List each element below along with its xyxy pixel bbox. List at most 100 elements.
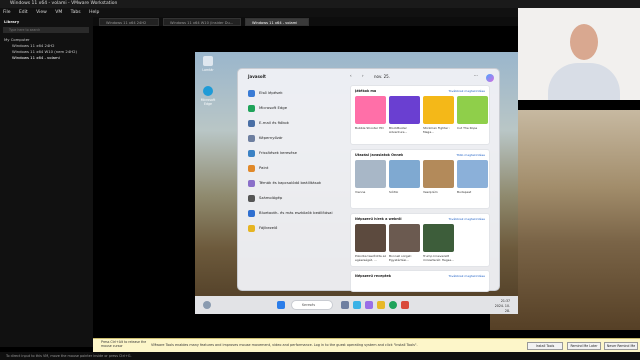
recycle-bin-icon: [203, 56, 213, 66]
card-caption: Trump kinevezett miniszterét: Hegse...: [423, 254, 455, 262]
vmware-tools-message: VMware Tools enables many features and i…: [151, 343, 418, 347]
see-more-link[interactable]: Továbbiak megtekintése: [448, 274, 485, 278]
card-thumbnail[interactable]: [389, 224, 420, 252]
library-search-input[interactable]: Type here to search: [3, 27, 89, 33]
widget-card-1[interactable]: Utazási javaslatok Önnek Több megtekintés…: [350, 149, 490, 209]
start-item-1[interactable]: Microsoft Edge: [248, 102, 344, 114]
start-item-9[interactable]: Fájlkezelő: [248, 222, 344, 234]
start-menu: Javasolt Első lépések Microsoft Edge E-mai…: [237, 68, 501, 292]
card-thumbnail[interactable]: [389, 160, 420, 188]
edge-shortcut[interactable]: Microsoft Edge: [199, 86, 217, 106]
store-icon[interactable]: [401, 301, 409, 309]
widget-card-3[interactable]: Népszerű receptek Továbbiak megtekintése: [350, 270, 490, 292]
start-item-label: Paint: [259, 165, 269, 170]
file-explorer-icon[interactable]: [377, 301, 385, 309]
tree-vm-24h2[interactable]: Windows 11 x64 24H2: [12, 43, 55, 48]
start-icon[interactable]: [277, 301, 285, 309]
library-title: Library: [4, 19, 20, 24]
start-item-8[interactable]: Bluetooth- és más eszközök beállításai: [248, 207, 344, 219]
widget-card-0[interactable]: Játékok ma Továbbiak megtekintése Bubble S…: [350, 85, 490, 145]
start-item-2[interactable]: E-mail és fiókok: [248, 117, 344, 129]
card-caption: Bubble Shooter HD: [355, 126, 384, 130]
tab-vm-24h2[interactable]: Windows 11 x64 24H2: [99, 18, 159, 26]
tab-vm-w10[interactable]: Windows 11 x64 W10 (Insider Du...: [163, 18, 241, 26]
person-shirt: [548, 63, 620, 100]
start-item-5[interactable]: Paint: [248, 162, 344, 174]
shortcut-label: Microsoft Edge: [200, 98, 216, 106]
install-tools-button[interactable]: Install Tools: [527, 342, 563, 350]
start-item-4[interactable]: Frissítések keresése: [248, 147, 344, 159]
card-thumbnail[interactable]: [423, 96, 454, 124]
card-thumbnail[interactable]: [423, 160, 454, 188]
clock-date: 2024. 10. 28.: [494, 304, 510, 313]
card-caption: Cut The Rope: [457, 126, 478, 130]
menu-vm[interactable]: VM: [55, 10, 62, 15]
start-item-3[interactable]: Képernyőzár: [248, 132, 344, 144]
card-caption: Stickman Fighter : Mega...: [423, 126, 451, 134]
status-bar: To direct input to this VM, move the mou…: [0, 352, 640, 360]
card-caption: Siófok: [389, 190, 399, 194]
menu-edit[interactable]: Edit: [19, 10, 28, 15]
menu-tabs[interactable]: Tabs: [71, 10, 81, 15]
vmware-window: Windows 11 x64 - volami - VMware Worksta…: [0, 0, 640, 360]
see-more-link[interactable]: Továbbiak megtekintése: [448, 89, 485, 93]
weather-icon[interactable]: [203, 301, 211, 309]
menu-help[interactable]: Help: [89, 10, 99, 15]
card-title: Utazási javaslatok Önnek: [355, 153, 404, 157]
vmware-tools-hint-bar: Press Ctrl+Alt to release the mouse curs…: [93, 338, 640, 352]
sync-icon: [248, 149, 255, 157]
edge-taskbar-icon[interactable]: [389, 301, 397, 309]
bluetooth-icon: [248, 209, 255, 217]
copilot-icon[interactable]: [486, 74, 494, 82]
card-thumbnail[interactable]: [457, 160, 488, 188]
webcam-overlay: [518, 8, 640, 100]
tab-vm-volami[interactable]: Windows 11 x64 - volami: [245, 18, 309, 26]
card-thumbnail[interactable]: [355, 160, 386, 188]
menu-view[interactable]: View: [36, 10, 47, 15]
chevron-right-icon[interactable]: ›: [362, 73, 364, 78]
start-item-6[interactable]: Témák és kapcsolódó beállítások: [248, 177, 344, 189]
chevron-left-icon[interactable]: ‹: [350, 73, 352, 78]
recommended-title: Javasolt: [248, 74, 266, 79]
tab-label: Windows 11 x64 - volami: [252, 21, 298, 25]
remind-later-button[interactable]: Remind Me Later: [567, 342, 601, 350]
widget-card-2[interactable]: Népszerű hírek a webről Továbbiak megteki…: [350, 213, 490, 267]
compass-icon: [248, 89, 255, 97]
start-item-7[interactable]: Számológép: [248, 192, 344, 204]
card-thumbnail[interactable]: [389, 96, 420, 124]
card-title: Népszerű receptek: [355, 274, 392, 278]
window-title: Windows 11 x64 - volami - VMware Worksta…: [0, 0, 640, 8]
widgets-panel: ‹ › nov. 25. ··· Játékok ma Továbbiak meg…: [344, 69, 501, 292]
recycle-bin-shortcut[interactable]: Lomtár: [199, 56, 217, 72]
menu-file[interactable]: File: [3, 10, 11, 15]
card-thumbnail[interactable]: [457, 96, 488, 124]
edge-icon: [203, 86, 213, 96]
card-caption: Bonnell sürget: Egyetértési...: [389, 254, 412, 262]
copilot-taskbar-icon[interactable]: [365, 301, 373, 309]
card-thumbnail[interactable]: [355, 96, 386, 124]
mail-icon: [248, 119, 255, 127]
start-item-label: Első lépések: [259, 90, 283, 95]
card-caption: Veszprém: [423, 190, 438, 194]
brush-icon: [248, 179, 255, 187]
card-thumbnail[interactable]: [355, 224, 386, 252]
calculator-icon: [248, 194, 255, 202]
taskbar-search-input[interactable]: Keresés: [291, 300, 333, 310]
widgets-icon[interactable]: [353, 301, 361, 309]
task-view-icon[interactable]: [341, 301, 349, 309]
see-more-link[interactable]: Több megtekintése: [456, 153, 485, 157]
see-more-link[interactable]: Továbbiak megtekintése: [448, 217, 485, 221]
tree-vm-volami[interactable]: Windows 11 x64 - volami: [12, 55, 60, 60]
card-caption: Budapest: [457, 190, 472, 194]
start-item-label: Microsoft Edge: [259, 105, 288, 110]
tree-my-computer[interactable]: My Computer: [4, 37, 30, 42]
clock[interactable]: 21:37 2024. 10. 28.: [490, 299, 510, 314]
card-title: Népszerű hírek a webről: [355, 217, 402, 221]
edge-icon: [248, 104, 255, 112]
card-thumbnail[interactable]: [423, 224, 454, 252]
more-options-icon[interactable]: ···: [474, 73, 478, 78]
tree-vm-w10[interactable]: Windows 11 x64 W10 (nem 24H2): [12, 49, 77, 54]
start-item-0[interactable]: Első lépések: [248, 87, 344, 99]
tab-label: Windows 11 x64 24H2: [106, 21, 147, 25]
never-remind-button[interactable]: Never Remind Me: [604, 342, 638, 350]
